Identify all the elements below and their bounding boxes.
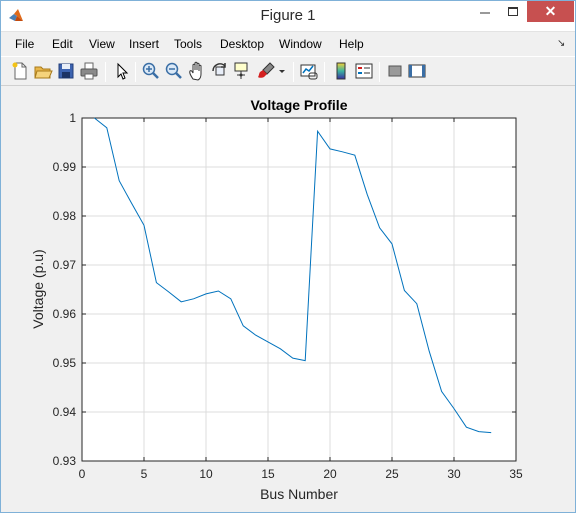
data-point	[181, 301, 182, 302]
data-point	[429, 351, 430, 352]
menu-bar: File Edit View Insert Tools Desktop Wind…	[1, 33, 575, 55]
menu-help[interactable]: Help	[339, 37, 364, 51]
zoom-out-icon[interactable]	[164, 61, 184, 81]
x-tick-label: 25	[385, 467, 399, 481]
menu-desktop[interactable]: Desktop	[220, 37, 264, 51]
data-point	[94, 118, 95, 119]
figure-toolbar	[1, 56, 575, 86]
figure-window: Figure 1 ✕ File Edit View Insert Tools D…	[0, 0, 576, 513]
rotate-3d-icon[interactable]	[210, 61, 230, 81]
x-tick-label: 20	[323, 467, 337, 481]
undock-arrow-icon[interactable]: ↘	[557, 38, 565, 49]
plot-area	[82, 118, 516, 461]
data-cursor-icon[interactable]	[233, 61, 253, 81]
minimize-button[interactable]	[471, 1, 499, 22]
data-point	[342, 151, 343, 152]
data-point	[280, 348, 281, 349]
insert-legend-icon[interactable]	[354, 61, 374, 81]
x-tick-label: 5	[141, 467, 148, 481]
data-point	[156, 282, 157, 283]
data-point	[330, 148, 331, 149]
data-point	[305, 360, 306, 361]
y-tick-label: 1	[69, 111, 76, 125]
y-tick-label: 0.93	[53, 454, 77, 468]
open-file-icon[interactable]	[33, 61, 53, 81]
title-bar[interactable]: Figure 1 ✕	[1, 1, 575, 32]
toolbar-separator	[324, 62, 325, 82]
zoom-in-icon[interactable]	[141, 61, 161, 81]
new-figure-icon[interactable]	[10, 61, 30, 81]
data-point	[206, 293, 207, 294]
x-tick-label: 30	[447, 467, 461, 481]
data-point	[131, 203, 132, 204]
menu-view[interactable]: View	[89, 37, 115, 51]
data-point	[268, 341, 269, 342]
y-tick-label: 0.98	[53, 209, 77, 223]
x-tick-label: 35	[509, 467, 523, 481]
hide-plot-tools-icon[interactable]	[385, 61, 405, 81]
chart-title: Voltage Profile	[251, 97, 348, 113]
insert-colorbar-icon[interactable]	[331, 61, 351, 81]
print-icon[interactable]	[79, 61, 99, 81]
brush-icon[interactable]	[256, 61, 276, 81]
y-axis-label: Voltage (p.u)	[30, 249, 46, 328]
data-point	[379, 227, 380, 228]
data-point	[416, 303, 417, 304]
menu-window[interactable]: Window	[279, 37, 322, 51]
maximize-button[interactable]	[499, 1, 527, 22]
menu-insert[interactable]: Insert	[129, 37, 159, 51]
data-point	[454, 408, 455, 409]
data-point	[168, 292, 169, 293]
y-tick-label: 0.97	[53, 258, 77, 272]
show-plot-tools-icon[interactable]	[407, 61, 427, 81]
data-point	[478, 431, 479, 432]
data-point	[441, 391, 442, 392]
data-point	[193, 298, 194, 299]
toolbar-separator	[105, 62, 106, 82]
data-point	[230, 298, 231, 299]
data-point	[218, 291, 219, 292]
save-icon[interactable]	[56, 61, 76, 81]
line-chart[interactable]: 0 5 10 15 20 25 30 35 0.93 0.94 0.95 0.96 0.97 0.98 0.…	[1, 87, 575, 512]
menu-tools[interactable]: Tools	[174, 37, 202, 51]
data-point	[404, 290, 405, 291]
data-point	[367, 194, 368, 195]
data-point	[243, 325, 244, 326]
data-point	[317, 131, 318, 132]
edit-plot-icon[interactable]	[112, 61, 132, 81]
toolbar-separator	[379, 62, 380, 82]
menu-file[interactable]: File	[15, 37, 34, 51]
x-tick-label: 15	[261, 467, 275, 481]
x-tick-label: 0	[79, 467, 86, 481]
toolbar-separator	[293, 62, 294, 82]
brush-dropdown-icon[interactable]	[277, 61, 287, 81]
data-point	[466, 427, 467, 428]
data-point	[144, 225, 145, 226]
x-tick-label: 10	[199, 467, 213, 481]
data-point	[354, 155, 355, 156]
data-point	[106, 127, 107, 128]
toolbar-separator	[135, 62, 136, 82]
data-point	[255, 335, 256, 336]
close-button[interactable]: ✕	[527, 1, 574, 22]
menu-edit[interactable]: Edit	[52, 37, 73, 51]
data-point	[119, 180, 120, 181]
x-axis-label: Bus Number	[260, 486, 338, 502]
data-point	[292, 358, 293, 359]
data-point	[491, 432, 492, 433]
pan-icon[interactable]	[187, 61, 207, 81]
data-point	[392, 243, 393, 244]
link-plot-icon[interactable]	[299, 61, 319, 81]
y-tick-label: 0.94	[53, 405, 77, 419]
y-tick-label: 0.95	[53, 356, 77, 370]
figure-canvas[interactable]: 0 5 10 15 20 25 30 35 0.93 0.94 0.95 0.96 0.97 0.98 0.…	[1, 87, 575, 512]
y-tick-label: 0.96	[53, 307, 77, 321]
y-tick-label: 0.99	[53, 160, 77, 174]
